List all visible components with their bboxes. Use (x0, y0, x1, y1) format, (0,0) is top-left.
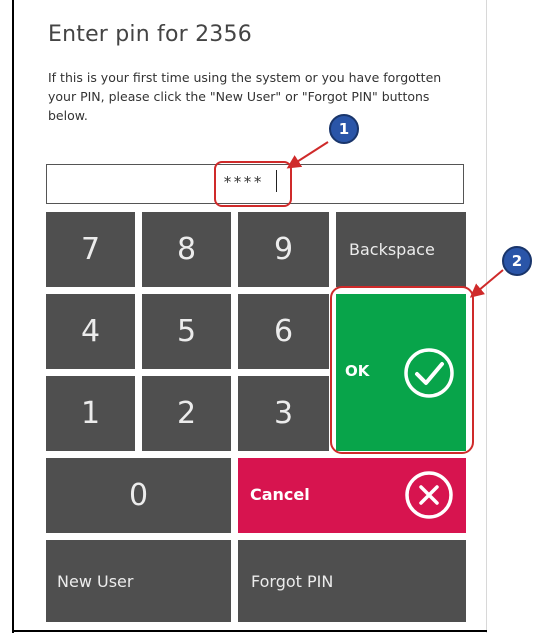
instructions-text: If this is your first time using the sys… (48, 70, 442, 123)
key-0[interactable]: 0 (46, 458, 231, 533)
new-user-button[interactable]: New User (46, 540, 231, 622)
callout-badge-1: 1 (329, 114, 359, 144)
cancel-button-label: Cancel (250, 485, 310, 504)
key-4[interactable]: 4 (46, 294, 135, 369)
highlight-box-pin (214, 161, 292, 207)
key-5[interactable]: 5 (142, 294, 231, 369)
arrow-to-ok (469, 269, 504, 298)
key-3[interactable]: 3 (238, 376, 329, 451)
frame-border-left (12, 0, 14, 633)
backspace-button[interactable]: Backspace (336, 212, 466, 287)
x-circle-icon (405, 471, 453, 519)
key-2[interactable]: 2 (142, 376, 231, 451)
forgot-pin-button[interactable]: Forgot PIN (238, 540, 466, 622)
frame-border-bottom (12, 630, 487, 632)
key-1[interactable]: 1 (46, 376, 135, 451)
key-9[interactable]: 9 (238, 212, 329, 287)
key-6[interactable]: 6 (238, 294, 329, 369)
frame-border-right (486, 0, 487, 633)
page-title: Enter pin for 2356 (48, 22, 252, 47)
callout-badge-2: 2 (502, 246, 532, 276)
key-8[interactable]: 8 (142, 212, 231, 287)
key-7[interactable]: 7 (46, 212, 135, 287)
highlight-box-ok (330, 286, 474, 454)
